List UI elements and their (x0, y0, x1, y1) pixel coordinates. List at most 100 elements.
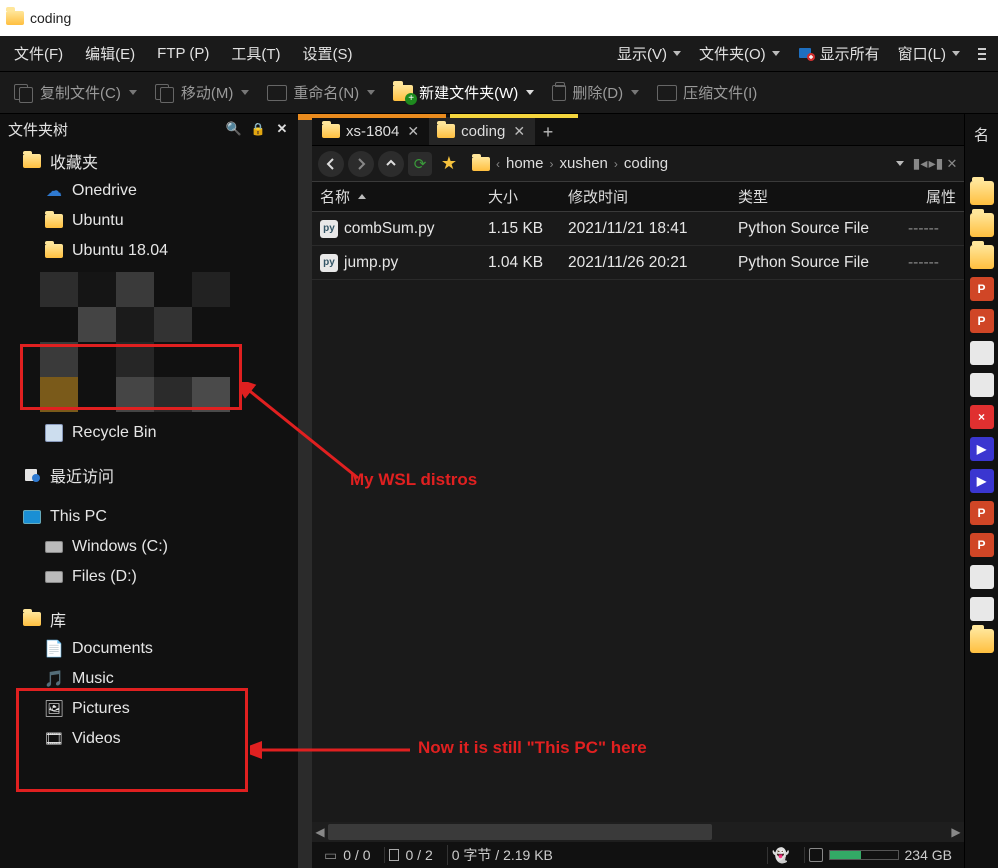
lock-icon[interactable] (250, 121, 266, 137)
tree-item-documents[interactable]: 📄 Documents (0, 634, 298, 664)
drive-icon (45, 571, 63, 583)
tool-compress[interactable]: 压缩文件(I) (651, 78, 763, 107)
breadcrumb[interactable]: ‹ home › xushen › coding (466, 151, 910, 177)
col-type[interactable]: 类型 (730, 186, 900, 207)
scroll-left-icon[interactable]: ◀ (312, 825, 328, 839)
menu-folders[interactable]: 文件夹(O) (695, 41, 784, 66)
menu-settings[interactable]: 设置(S) (297, 39, 359, 68)
menu-view[interactable]: 显示(V) (613, 41, 685, 66)
onedrive-icon: ☁ (44, 182, 64, 200)
close-icon[interactable] (946, 154, 958, 174)
powerpoint-icon[interactable]: P (970, 309, 994, 333)
tree-recent[interactable]: 最近访问 (0, 460, 298, 490)
menu-edit[interactable]: 编辑(E) (79, 39, 141, 68)
col-time[interactable]: 修改时间 (560, 186, 730, 207)
tree-item-ubuntu[interactable]: Ubuntu (0, 206, 298, 236)
tab-coding[interactable]: coding ✕ (429, 117, 535, 145)
app-icon[interactable]: × (970, 405, 994, 429)
close-icon[interactable]: ✕ (511, 123, 527, 140)
status-hidden[interactable]: 👻 (767, 847, 793, 864)
horizontal-scrollbar[interactable]: ◀ ▶ (312, 822, 964, 842)
menu-overflow[interactable] (974, 44, 990, 64)
crumb-user[interactable]: xushen (560, 155, 608, 172)
folder-icon[interactable] (970, 213, 994, 237)
nav-forward-button[interactable] (348, 151, 374, 177)
status-disk: 234 GB (804, 847, 956, 863)
file-attr: ------ (900, 220, 964, 238)
video-icon[interactable]: ▶ (970, 437, 994, 461)
disk-progress (829, 850, 899, 860)
close-icon[interactable]: ✕ (405, 123, 421, 140)
nav-up-button[interactable] (378, 151, 404, 177)
chevron-down-icon (673, 51, 681, 56)
menu-window[interactable]: 窗口(L) (894, 41, 964, 66)
tab-add-button[interactable]: + (535, 119, 561, 145)
scroll-thumb[interactable] (328, 824, 712, 840)
powerpoint-icon[interactable]: P (970, 277, 994, 301)
tree-item-drive-d[interactable]: Files (D:) (0, 562, 298, 592)
col-attr[interactable]: 属性 (900, 186, 964, 207)
nav-favorite-button[interactable]: ★ (436, 151, 462, 177)
document-icon[interactable] (970, 373, 994, 397)
document-icon[interactable] (970, 597, 994, 621)
tree-favorites[interactable]: 收藏夹 (0, 146, 298, 176)
folder-icon[interactable] (970, 245, 994, 269)
tree-item-label: Ubuntu (72, 212, 124, 230)
tree-item-music[interactable]: 🎵 Music (0, 664, 298, 694)
chevron-down-icon[interactable] (896, 161, 904, 166)
tree-item-ubuntu1804[interactable]: Ubuntu 18.04 (0, 236, 298, 266)
tree-item-onedrive[interactable]: ☁ Onedrive (0, 176, 298, 206)
crumb-folder[interactable]: coding (624, 155, 668, 172)
close-icon[interactable] (274, 121, 290, 137)
document-icon[interactable] (970, 341, 994, 365)
scroll-right-icon[interactable]: ▶ (948, 825, 964, 839)
tree-item-label: Windows (C:) (72, 538, 168, 556)
right-pane-header[interactable]: 名 (965, 120, 998, 176)
search-icon[interactable] (226, 121, 242, 137)
tool-rename[interactable]: 重命名(N) (261, 78, 381, 107)
powerpoint-icon[interactable]: P (970, 533, 994, 557)
col-size[interactable]: 大小 (480, 186, 560, 207)
file-size: 1.04 KB (480, 254, 560, 272)
tab-xs1804[interactable]: xs-1804 ✕ (314, 117, 429, 145)
menu-showall[interactable]: 显示所有 (794, 41, 884, 66)
tool-move[interactable]: 移动(M) (149, 78, 256, 107)
file-row[interactable]: py jump.py 1.04 KB 2021/11/26 20:21 Pyth… (312, 246, 964, 280)
folder-icon[interactable] (970, 181, 994, 205)
document-icon[interactable] (970, 565, 994, 589)
col-name-label: 名称 (320, 186, 350, 207)
crumb-home[interactable]: home (506, 155, 544, 172)
tree-item-label: Documents (72, 640, 153, 658)
menu-tools[interactable]: 工具(T) (225, 39, 286, 68)
python-file-icon: py (320, 254, 338, 272)
menu-file[interactable]: 文件(F) (8, 39, 69, 68)
chevron-down-icon (631, 90, 639, 95)
folder-tree: 收藏夹 ☁ Onedrive Ubuntu Ubuntu 18.04 (0, 144, 298, 868)
tree-item-pictures[interactable]: 🖼 Pictures (0, 694, 298, 724)
nav-prev-icon[interactable]: ▮◂ (914, 154, 926, 174)
tool-copy[interactable]: 复制文件(C) (8, 78, 143, 107)
tree-libraries[interactable]: 库 (0, 604, 298, 634)
tree-item-recyclebin[interactable]: Recycle Bin (0, 418, 298, 448)
scroll-track[interactable] (328, 824, 948, 840)
sidebar-title: 文件夹树 (8, 119, 68, 140)
tool-new-folder[interactable]: + 新建文件夹(W) (387, 78, 540, 107)
tree-item-videos[interactable]: 🎞 Videos (0, 724, 298, 754)
col-name[interactable]: 名称 (312, 186, 480, 207)
folder-icon[interactable] (970, 629, 994, 653)
file-row[interactable]: py combSum.py 1.15 KB 2021/11/21 18:41 P… (312, 212, 964, 246)
nav-next-icon[interactable]: ▸▮ (930, 154, 942, 174)
splitter[interactable] (298, 114, 312, 868)
powerpoint-icon[interactable]: P (970, 501, 994, 525)
tree-item-label: Onedrive (72, 182, 137, 200)
menu-ftp[interactable]: FTP (P) (151, 41, 215, 66)
tree-item-drive-c[interactable]: Windows (C:) (0, 532, 298, 562)
nav-back-button[interactable] (318, 151, 344, 177)
menu-bar: 文件(F) 编辑(E) FTP (P) 工具(T) 设置(S) 显示(V) 文件… (0, 36, 998, 72)
file-name: combSum.py (344, 220, 434, 238)
tool-delete[interactable]: 删除(D) (546, 78, 645, 107)
video-icon[interactable]: ▶ (970, 469, 994, 493)
file-size: 1.15 KB (480, 220, 560, 238)
tree-this-pc[interactable]: This PC (0, 502, 298, 532)
nav-refresh-button[interactable]: ⟳ (408, 152, 432, 176)
